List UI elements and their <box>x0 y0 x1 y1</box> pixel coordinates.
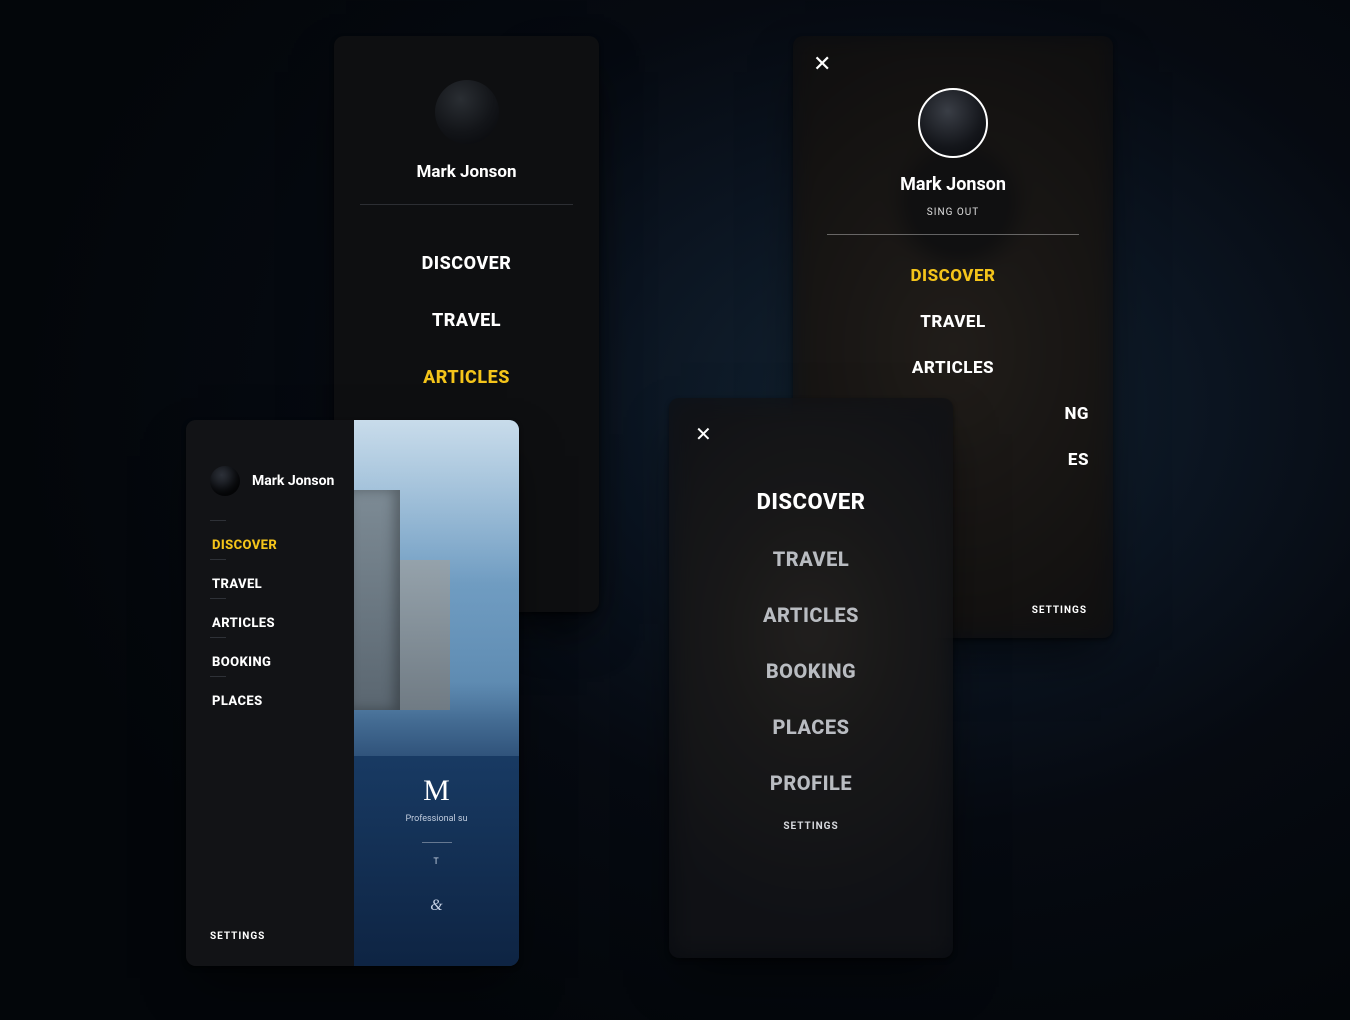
avatar[interactable] <box>918 88 988 158</box>
divider <box>422 842 452 843</box>
nav-item-travel[interactable]: TRAVEL <box>334 292 599 349</box>
user-header: Mark Jonson <box>210 466 336 496</box>
avatar[interactable] <box>210 466 240 496</box>
nav-item-discover[interactable]: DISCOVER <box>210 526 336 565</box>
divider <box>360 204 573 205</box>
close-icon[interactable]: ✕ <box>695 422 712 446</box>
sign-out-link[interactable]: SING OUT <box>793 207 1113 218</box>
sidebar-menu-variant-b: Mark Jonson DISCOVER TRAVEL ARTICLES BOO… <box>186 420 519 966</box>
nav-item-travel[interactable]: TRAVEL <box>793 299 1113 345</box>
nav-item-booking[interactable]: BOOKING <box>669 643 953 699</box>
close-icon[interactable]: ✕ <box>813 54 831 76</box>
avatar[interactable] <box>435 80 499 144</box>
nav-item-discover[interactable]: DISCOVER <box>793 253 1113 299</box>
building-shape <box>354 490 400 710</box>
nav-item-places[interactable]: PLACES <box>669 699 953 755</box>
nav-item-booking[interactable]: BOOKING <box>210 643 336 682</box>
nav-menu: DISCOVER TRAVEL ARTICLES <box>334 235 599 406</box>
nav-item-travel[interactable]: TRAVEL <box>210 565 336 604</box>
building-shape <box>400 560 450 710</box>
profile-title: M <box>354 774 519 808</box>
settings-link[interactable]: SETTINGS <box>669 821 953 832</box>
content-preview: M Professional su T & <box>354 420 519 966</box>
nav-menu: DISCOVER TRAVEL ARTICLES BOOKING PLACES <box>210 526 336 721</box>
nav-item-articles[interactable]: ARTICLES <box>334 349 599 406</box>
divider <box>827 234 1079 235</box>
profile-accent: & <box>354 897 519 915</box>
user-name: Mark Jonson <box>793 174 1113 195</box>
settings-link[interactable]: SETTINGS <box>1032 605 1087 616</box>
overlay-menu-variant-d: ✕ DISCOVER TRAVEL ARTICLES BOOKING PLACE… <box>669 398 953 958</box>
nav-item-discover[interactable]: DISCOVER <box>334 235 599 292</box>
nav-item-articles[interactable]: ARTICLES <box>793 345 1113 391</box>
user-name: Mark Jonson <box>334 162 599 182</box>
settings-link[interactable]: SETTINGS <box>210 931 265 942</box>
nav-item-articles[interactable]: ARTICLES <box>669 587 953 643</box>
nav-item-articles[interactable]: ARTICLES <box>210 604 336 643</box>
profile-meta: T <box>354 857 519 867</box>
nav-item-discover[interactable]: DISCOVER <box>669 474 953 531</box>
profile-card: M Professional su T & <box>354 756 519 966</box>
nav-item-profile[interactable]: PROFILE <box>669 755 953 811</box>
profile-subtitle: Professional su <box>354 814 519 824</box>
nav-item-places[interactable]: PLACES <box>210 682 336 721</box>
nav-item-travel[interactable]: TRAVEL <box>669 531 953 587</box>
user-name: Mark Jonson <box>252 473 334 489</box>
nav-menu: DISCOVER TRAVEL ARTICLES BOOKING PLACES … <box>669 474 953 811</box>
sidebar: Mark Jonson DISCOVER TRAVEL ARTICLES BOO… <box>186 420 354 966</box>
